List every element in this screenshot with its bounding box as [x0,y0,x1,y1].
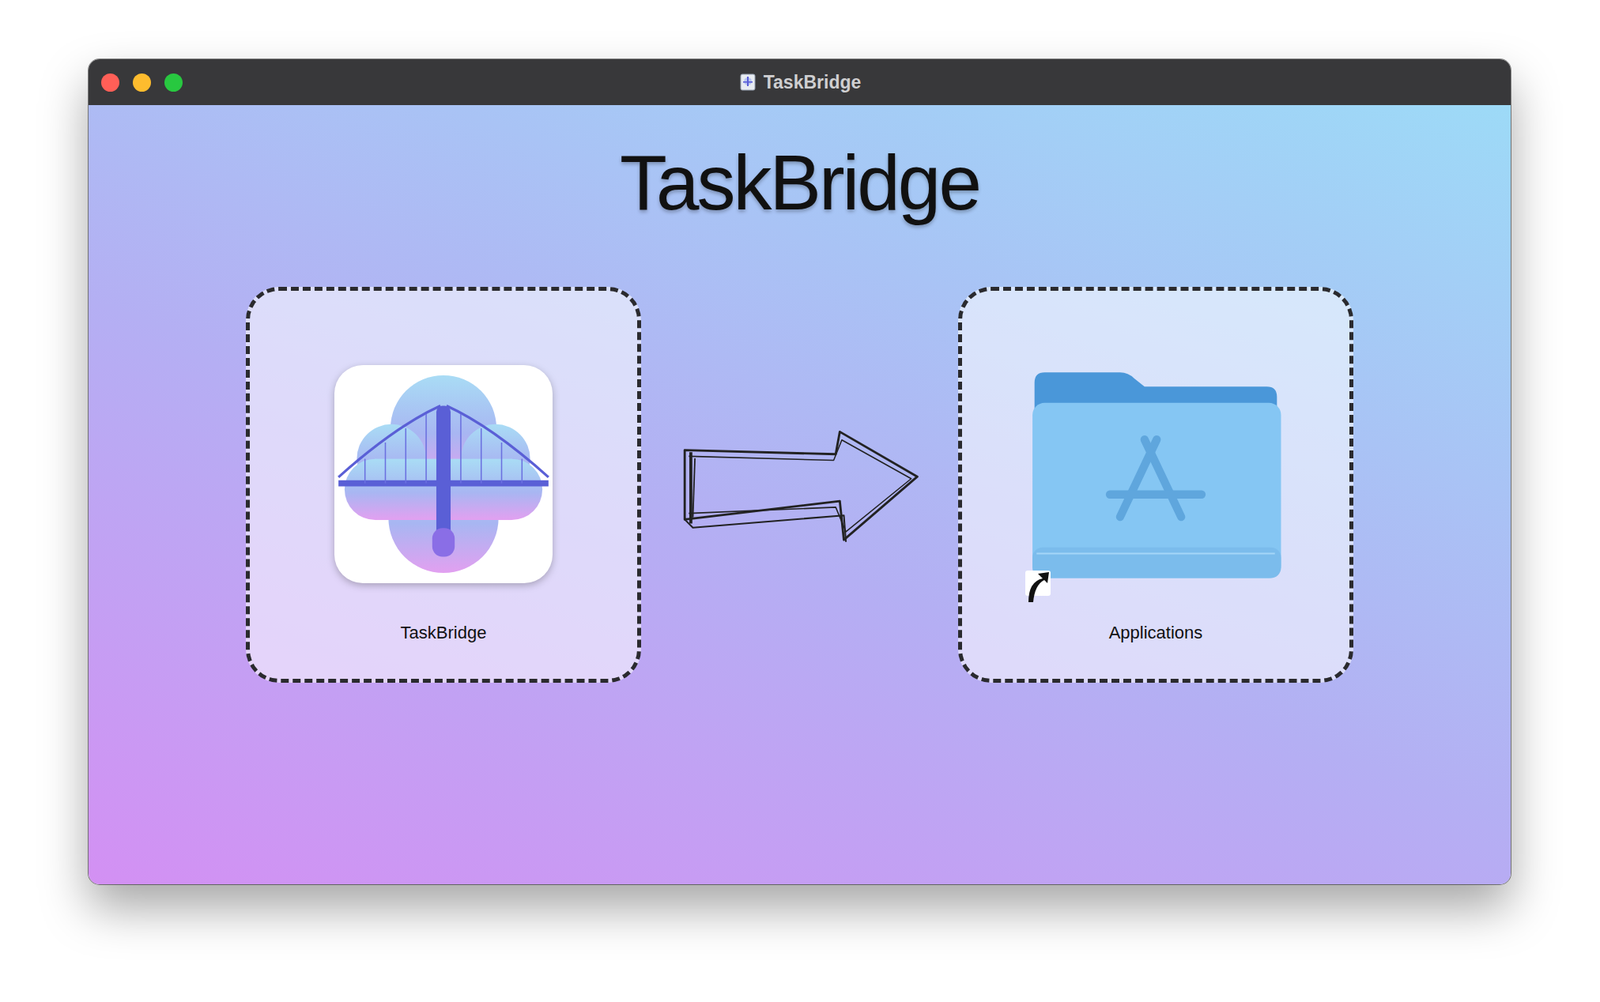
app-slot: TaskBridge [245,286,642,684]
alias-arrow-icon [1023,569,1053,604]
installer-background: TaskBridge TaskBridge Applications [88,105,1511,885]
taskbridge-app-icon [334,365,553,584]
sketch-arrow-icon [680,427,920,543]
title-bar[interactable]: TaskBridge [88,59,1511,106]
installer-window: TaskBridge TaskBridge TaskBridge Applicatio… [88,59,1511,885]
install-row: TaskBridge Applications [245,286,1354,684]
app-item[interactable] [334,363,553,585]
applications-folder [1030,368,1282,581]
minimize-button[interactable] [132,73,151,92]
desktop: TaskBridge TaskBridge TaskBridge Applicatio… [0,0,1600,1002]
disk-image-icon [738,72,758,92]
applications-folder-icon [1030,368,1282,581]
folder-label: Applications [1104,621,1208,646]
folder-slot: Applications [958,286,1354,684]
zoom-button[interactable] [164,73,183,92]
window-title-text: TaskBridge [763,71,862,94]
folder-item[interactable] [1030,363,1282,585]
window-title: TaskBridge [88,59,1511,106]
heading: TaskBridge [619,136,980,231]
app-label: TaskBridge [396,621,492,646]
window-controls [88,73,183,92]
drag-arrow [641,427,959,543]
close-button[interactable] [101,73,120,92]
